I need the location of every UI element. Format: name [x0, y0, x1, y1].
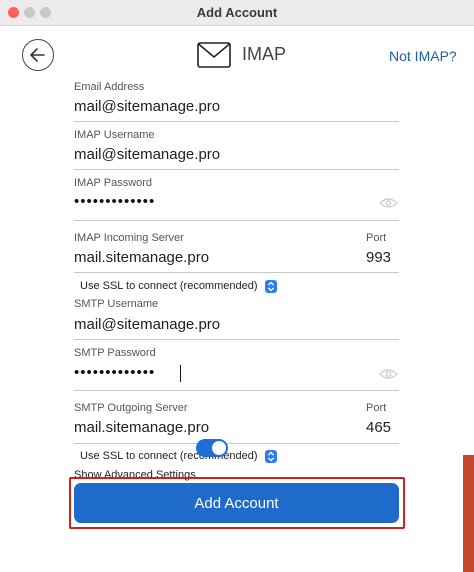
smtp-password-field[interactable]: ••••••••••••• — [74, 364, 155, 381]
smtp-ssl-select[interactable]: Use SSL to connect (recommended) — [74, 447, 277, 465]
imap-port-field[interactable]: 993 — [366, 249, 391, 266]
smtp-port-field[interactable]: 465 — [366, 419, 391, 436]
imap-password-underline — [74, 220, 399, 221]
add-account-button[interactable]: Add Account — [74, 483, 399, 523]
imap-ssl-select[interactable]: Use SSL to connect (recommended) — [74, 277, 277, 295]
imap-password-field[interactable]: ••••••••••••• — [74, 193, 155, 210]
smtp-password-underline — [74, 390, 399, 391]
smtp-username-label: SMTP Username — [74, 298, 159, 310]
email-underline — [74, 121, 399, 122]
smtp-server-label: SMTP Outgoing Server — [74, 402, 188, 414]
imap-server-label: IMAP Incoming Server — [74, 232, 184, 244]
service-title: IMAP — [242, 44, 287, 64]
eye-icon[interactable] — [379, 197, 398, 209]
email-label: Email Address — [74, 81, 145, 93]
imap-server-field[interactable]: mail.sitemanage.pro — [74, 249, 209, 266]
smtp-username-field[interactable]: mail@sitemanage.pro — [74, 316, 220, 333]
not-imap-link[interactable]: Not IMAP? — [389, 48, 457, 64]
imap-username-field[interactable]: mail@sitemanage.pro — [74, 146, 220, 163]
eye-icon[interactable] — [379, 368, 398, 380]
mail-icon — [197, 42, 231, 68]
imap-username-underline — [74, 169, 399, 170]
arrow-left-icon — [30, 48, 45, 62]
smtp-port-label: Port — [366, 402, 387, 414]
advanced-settings-toggle[interactable] — [196, 439, 228, 457]
smtp-username-underline — [74, 339, 399, 340]
imap-password-label: IMAP Password — [74, 177, 153, 189]
smtp-server-field[interactable]: mail.sitemanage.pro — [74, 419, 209, 436]
updown-chevron-icon — [264, 449, 277, 463]
title-bar: Add Account — [0, 0, 474, 26]
toggle-knob — [212, 441, 226, 455]
smtp-password-label: SMTP Password — [74, 347, 156, 359]
updown-chevron-icon — [264, 279, 277, 293]
smtp-server-underline — [74, 443, 399, 444]
window-title: Add Account — [196, 5, 278, 20]
smtp-ssl-value: Use SSL to connect (recommended) — [80, 450, 258, 462]
imap-ssl-value: Use SSL to connect (recommended) — [80, 280, 258, 292]
text-cursor — [180, 365, 181, 382]
back-button[interactable] — [22, 39, 54, 71]
email-field[interactable]: mail@sitemanage.pro — [74, 98, 220, 115]
imap-username-label: IMAP Username — [74, 129, 155, 141]
imap-server-underline — [74, 272, 399, 273]
imap-port-label: Port — [366, 232, 387, 244]
